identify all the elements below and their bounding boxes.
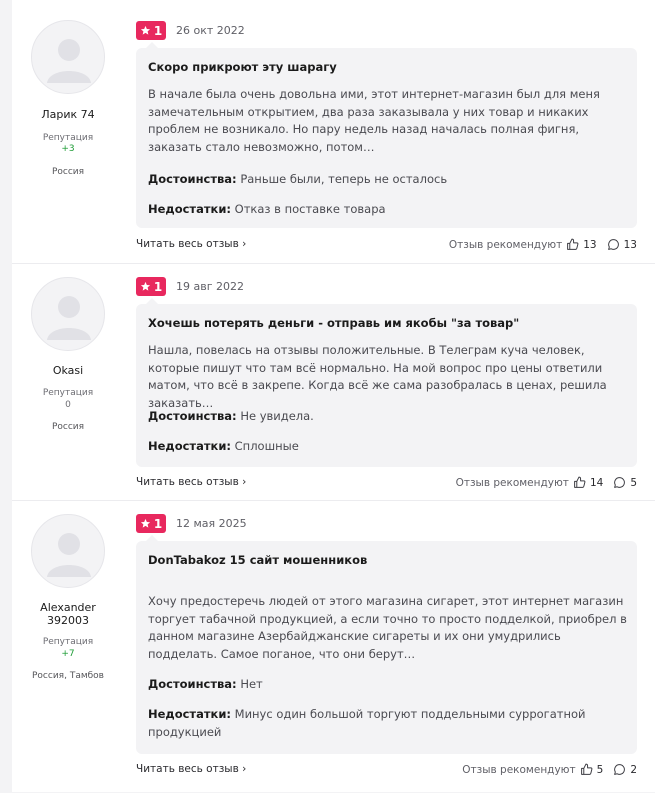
read-full-review-link[interactable]: Читать весь отзыв › bbox=[136, 763, 246, 775]
rating-badge: 1 bbox=[136, 277, 166, 296]
review-body: Скоро прикроют эту шарагу В начале была … bbox=[136, 42, 637, 228]
review-stats: Отзыв рекомендуют 5 2 bbox=[462, 763, 637, 776]
author-name[interactable]: Ларик 74 bbox=[12, 108, 124, 121]
review-card: Alexander 392003 Репутация +7 Россия, Та… bbox=[12, 500, 655, 793]
chevron-right-icon: › bbox=[242, 238, 247, 250]
comments-count: 13 bbox=[623, 238, 637, 251]
star-icon bbox=[140, 281, 150, 291]
review-cons: Недостатки: Отказ в поставке товара bbox=[148, 201, 630, 219]
review-card: Ларик 74 Репутация +3 Россия 1 26 окт 20… bbox=[12, 0, 655, 263]
rating-value: 1 bbox=[153, 279, 163, 294]
avatar[interactable] bbox=[31, 514, 105, 588]
review-title[interactable]: DonTabakoz 15 сайт мошенников bbox=[148, 553, 367, 567]
pros-label: Достоинства: bbox=[148, 409, 237, 423]
read-full-review-label: Читать весь отзыв bbox=[136, 476, 239, 488]
review-stats: Отзыв рекомендуют 14 5 bbox=[456, 476, 637, 489]
reputation-value: 0 bbox=[65, 400, 71, 410]
rating-badge: 1 bbox=[136, 21, 166, 40]
thumbs-up-icon[interactable] bbox=[580, 763, 593, 776]
review-pros: Достоинства: Не увидела. bbox=[148, 408, 630, 426]
read-full-review-label: Читать весь отзыв bbox=[136, 763, 239, 775]
rating-badge: 1 bbox=[136, 514, 166, 533]
cons-text: Сплошные bbox=[234, 439, 299, 453]
review-text: В начале была очень довольна ими, этот и… bbox=[148, 87, 600, 154]
review-text: Нашла, повелась на отзывы положительные.… bbox=[148, 343, 607, 410]
read-full-review-link[interactable]: Читать весь отзыв › bbox=[136, 476, 246, 488]
review-list: Ларик 74 Репутация +3 Россия 1 26 окт 20… bbox=[12, 0, 655, 792]
review-date: 26 окт 2022 bbox=[176, 24, 245, 37]
review-stats: Отзыв рекомендуют 13 13 bbox=[449, 238, 637, 251]
review-card: Okasi Репутация 0 Россия 1 19 авг 2022 Х… bbox=[12, 263, 655, 501]
review-title[interactable]: Скоро прикроют эту шарагу bbox=[148, 60, 337, 74]
chevron-right-icon: › bbox=[242, 476, 247, 488]
rating-value: 1 bbox=[153, 516, 163, 531]
recommend-label: Отзыв рекомендуют bbox=[448, 238, 563, 251]
likes-count: 14 bbox=[589, 476, 604, 489]
star-icon bbox=[140, 518, 150, 528]
comment-icon[interactable] bbox=[613, 476, 626, 489]
review-body: DonTabakoz 15 сайт мошенников Хочу предо… bbox=[136, 535, 637, 754]
author-name[interactable]: Okasi bbox=[12, 364, 124, 377]
review-body: Хочешь потерять деньги - отправь им якоб… bbox=[136, 298, 637, 467]
review-pros: Достоинства: Раньше были, теперь не оста… bbox=[148, 171, 630, 189]
pros-label: Достоинства: bbox=[148, 172, 237, 186]
pros-text: Раньше были, теперь не осталось bbox=[240, 172, 448, 186]
review-text: Хочу предостеречь людей от этого магазин… bbox=[148, 594, 627, 661]
avatar-placeholder-icon bbox=[47, 296, 91, 340]
read-full-review-link[interactable]: Читать весь отзыв › bbox=[136, 238, 246, 250]
thumbs-up-icon[interactable] bbox=[573, 476, 586, 489]
author-location: Россия, Тамбов bbox=[32, 671, 104, 681]
review-cons: Недостатки: Минус один большой торгуют п… bbox=[148, 706, 630, 741]
avatar-placeholder-icon bbox=[47, 39, 91, 83]
review-cons: Недостатки: Сплошные bbox=[148, 438, 630, 456]
cons-text: Отказ в поставке товара bbox=[234, 202, 386, 216]
thumbs-up-icon[interactable] bbox=[566, 238, 579, 251]
reputation-label: Репутация bbox=[42, 388, 94, 398]
reputation-label: Репутация bbox=[42, 133, 94, 143]
author-name[interactable]: Alexander 392003 bbox=[12, 601, 124, 627]
pros-text: Нет bbox=[240, 677, 263, 691]
star-icon bbox=[140, 25, 150, 35]
reputation-value: +3 bbox=[61, 144, 75, 154]
cons-label: Недостатки: bbox=[148, 202, 231, 216]
avatar[interactable] bbox=[31, 20, 105, 94]
read-full-review-label: Читать весь отзыв bbox=[136, 238, 239, 250]
review-title[interactable]: Хочешь потерять деньги - отправь им якоб… bbox=[148, 316, 519, 330]
recommend-label: Отзыв рекомендуют bbox=[462, 763, 576, 776]
comments-count: 5 bbox=[630, 476, 637, 489]
cons-label: Недостатки: bbox=[148, 439, 231, 453]
rating-value: 1 bbox=[153, 23, 163, 38]
avatar[interactable] bbox=[31, 277, 105, 351]
author-location: Россия bbox=[51, 422, 85, 432]
author-location: Россия bbox=[51, 167, 85, 177]
reputation-value: +7 bbox=[61, 649, 75, 659]
comment-icon[interactable] bbox=[607, 238, 620, 251]
avatar-placeholder-icon bbox=[47, 533, 91, 577]
recommend-label: Отзыв рекомендуют bbox=[455, 476, 569, 489]
reputation-label: Репутация bbox=[42, 637, 94, 647]
review-pros: Достоинства: Нет bbox=[148, 676, 630, 694]
likes-count: 5 bbox=[596, 763, 604, 776]
pros-text: Не увидела. bbox=[240, 409, 314, 423]
comment-icon[interactable] bbox=[613, 763, 626, 776]
chevron-right-icon: › bbox=[242, 763, 247, 775]
cons-label: Недостатки: bbox=[148, 707, 231, 721]
review-date: 12 мая 2025 bbox=[176, 517, 247, 530]
comments-count: 2 bbox=[630, 763, 637, 776]
likes-count: 13 bbox=[583, 238, 597, 251]
pros-label: Достоинства: bbox=[148, 677, 237, 691]
review-date: 19 авг 2022 bbox=[176, 280, 244, 293]
